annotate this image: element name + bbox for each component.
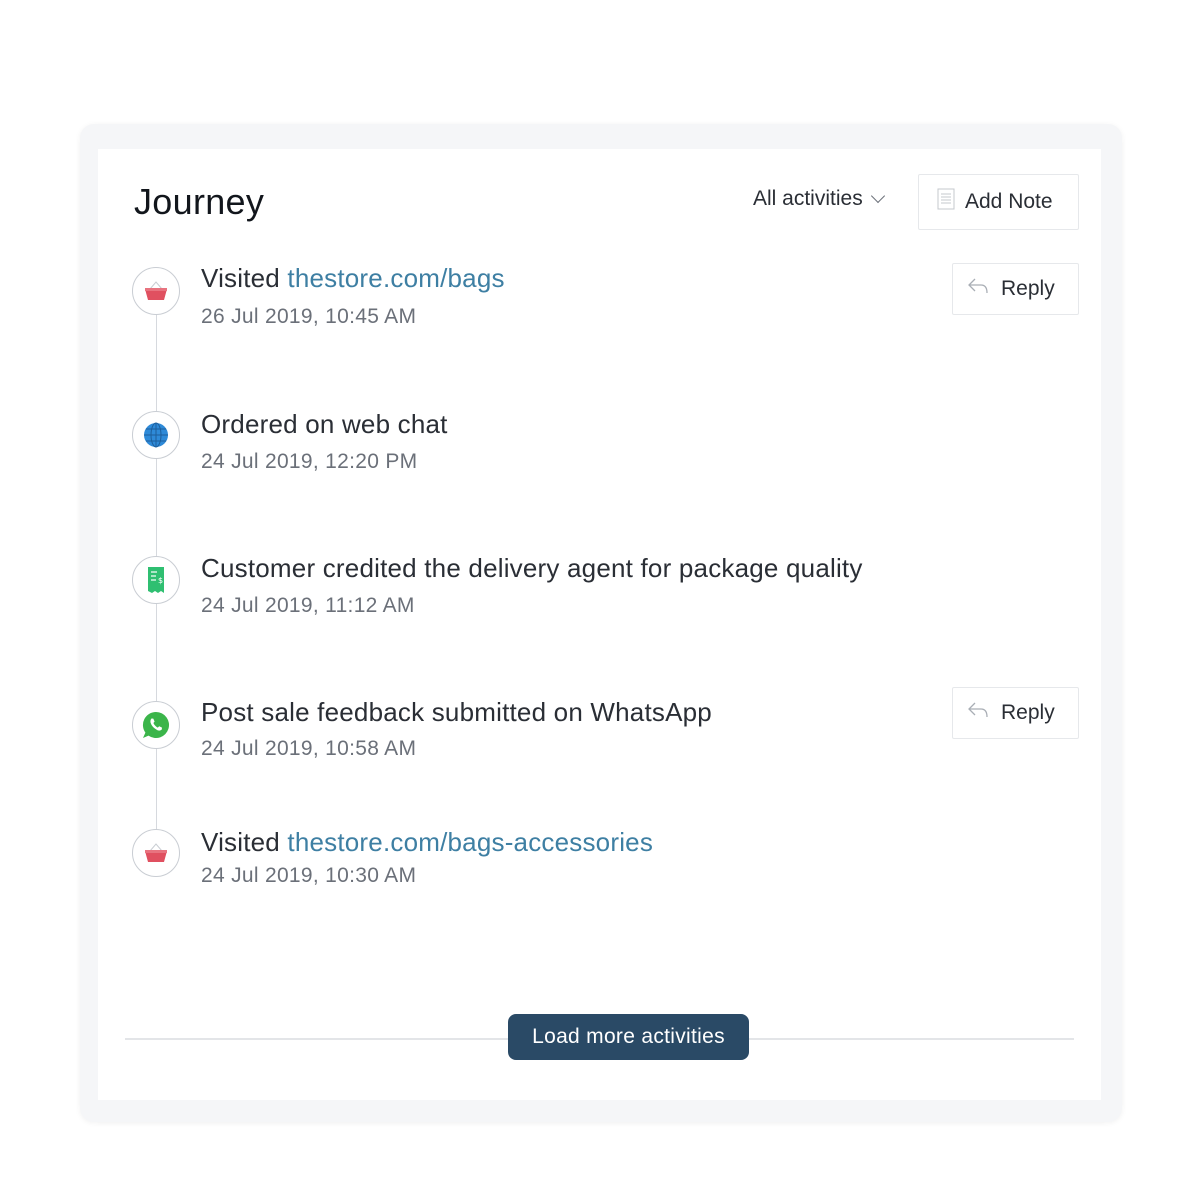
activity-link[interactable]: thestore.com/bags-accessories	[287, 827, 653, 857]
reply-label: Reply	[1001, 277, 1055, 300]
activity-date: 24 Jul 2019, 11:12 AM	[201, 594, 415, 617]
note-icon	[937, 188, 955, 216]
globe-icon	[132, 411, 180, 459]
basket-icon	[132, 267, 180, 315]
activity-link[interactable]: thestore.com/bags	[287, 263, 504, 293]
reply-button[interactable]: Reply	[952, 263, 1079, 315]
basket-icon	[132, 829, 180, 877]
activity-title: Ordered on web chat	[201, 409, 448, 439]
activity-date: 24 Jul 2019, 12:20 PM	[201, 450, 418, 473]
activity-filter-dropdown[interactable]: All activities	[753, 187, 885, 211]
activity-date: 24 Jul 2019, 10:58 AM	[201, 737, 417, 760]
journey-card: Journey All activities Add Note Visited …	[98, 149, 1101, 1100]
activity-title: Visited thestore.com/bags-accessories	[201, 827, 653, 858]
whatsapp-icon	[132, 701, 180, 749]
receipt-icon: $	[132, 556, 180, 604]
reply-icon	[967, 276, 989, 302]
activity-title: Visited thestore.com/bags	[201, 263, 505, 294]
add-note-label: Add Note	[965, 190, 1053, 213]
activity-title: Customer credited the delivery agent for…	[201, 553, 863, 583]
add-note-button[interactable]: Add Note	[918, 174, 1079, 230]
activity-date: 24 Jul 2019, 10:30 AM	[201, 864, 417, 887]
page-title: Journey	[134, 181, 265, 222]
reply-label: Reply	[1001, 701, 1055, 724]
activity-filter-label: All activities	[753, 187, 863, 210]
journey-panel-frame: Journey All activities Add Note Visited …	[80, 124, 1122, 1122]
activity-prefix: Visited	[201, 827, 288, 857]
activity-title: Post sale feedback submitted on WhatsApp	[201, 697, 712, 727]
activity-date: 26 Jul 2019, 10:45 AM	[201, 305, 417, 328]
svg-text:$: $	[158, 576, 163, 585]
reply-button[interactable]: Reply	[952, 687, 1079, 739]
load-more-button[interactable]: Load more activities	[508, 1014, 749, 1060]
activity-prefix: Visited	[201, 263, 288, 293]
reply-icon	[967, 700, 989, 726]
chevron-down-icon	[870, 188, 885, 204]
